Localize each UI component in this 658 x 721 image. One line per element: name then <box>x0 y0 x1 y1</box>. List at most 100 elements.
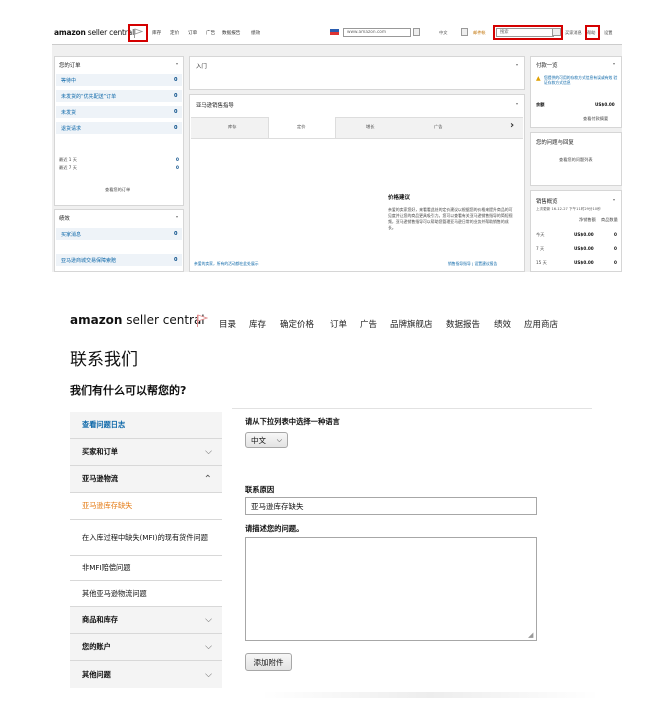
pricing-suggestion-title: 价格建议 <box>388 195 411 201</box>
top-header: amazon seller central 库存 定价 订单 广告 数据报告 绩… <box>52 22 622 45</box>
chevron-down-icon[interactable]: ⌵ <box>205 447 212 457</box>
sidebar-item-label: 其他亚马逊物流问题 <box>82 588 147 598</box>
amazon-logo: amazon seller central <box>70 313 205 327</box>
payments-warning[interactable]: 您提供的可用的存款方式信息有误或有效 验证存款方式信息 <box>544 75 620 85</box>
contact-reason-label: 联系原因 <box>245 485 275 494</box>
chevron-up-icon[interactable]: ⌃ <box>204 474 212 485</box>
search-input[interactable]: 搜索 <box>496 28 554 37</box>
sales-period: 7 天 <box>536 246 545 251</box>
perf-row-count: 0 <box>174 257 178 263</box>
contact-reason-field[interactable]: 亚马逊库存缺失 <box>245 497 537 515</box>
chevron-down-icon: ⌵ <box>276 435 282 444</box>
nav-ads[interactable]: 广告 <box>206 30 215 36</box>
sidebar-other-fba[interactable]: 其他亚马逊物流问题 <box>70 580 222 606</box>
sales-period: 今天 <box>536 232 545 237</box>
nav-orders[interactable]: 订单 <box>188 30 197 36</box>
nav-performance[interactable]: 绩效 <box>494 318 511 330</box>
settings-link[interactable]: 设置 <box>604 30 612 36</box>
marketplace-dropdown-icon[interactable] <box>413 28 420 36</box>
nav-orders[interactable]: 订单 <box>330 318 347 330</box>
sales-value: US$0.00 <box>574 246 594 251</box>
sales-menu-icon[interactable]: ▾ <box>613 197 615 202</box>
nav-pricing[interactable]: 确定价格 <box>280 318 314 330</box>
sales-col-header: 净销售额 <box>579 217 596 222</box>
performance-panel-title: 绩效 <box>59 216 70 222</box>
selling-coach-title: 亚马逊销售指导 <box>196 103 234 109</box>
chevron-down-icon[interactable]: ⌵ <box>205 642 212 652</box>
nav-advertising[interactable]: 广告 <box>360 318 377 330</box>
sales-period: 15 天 <box>536 260 547 265</box>
sidebar-inventory-lost[interactable]: 亚马逊库存缺失 <box>70 492 222 519</box>
nav-reports[interactable]: 数据报告 <box>446 318 480 330</box>
language-dropdown-icon[interactable] <box>461 28 468 36</box>
sidebar-item-label[interactable]: 查看问题日志 <box>82 420 125 430</box>
nav-appstore[interactable]: 应用商店 <box>524 318 558 330</box>
order-row-label[interactable]: 等待中 <box>61 77 76 84</box>
nav-inventory[interactable]: 库存 <box>152 30 161 36</box>
perf-row-label[interactable]: 亚马逊商城交易保障索赔 <box>61 257 116 264</box>
view-orders-link[interactable]: 查看您的订单 <box>105 187 130 193</box>
help-link[interactable]: 帮助 <box>587 30 595 36</box>
nav-performance[interactable]: 绩效 <box>251 30 260 36</box>
perf-row-label[interactable]: 买家消息 <box>61 231 81 238</box>
language-prompt: 请从下拉列表中选择一种语言 <box>245 417 340 426</box>
sidebar-fba[interactable]: 亚马逊物流 ⌃ <box>70 465 222 492</box>
language-select[interactable]: 中文 <box>439 30 447 36</box>
amazon-logo: amazon seller central <box>54 28 134 37</box>
coach-footer-right[interactable]: 销售指导指导 | 设置建议报告 <box>448 261 497 267</box>
page-subtitle: 我们有什么可以帮您的? <box>70 384 187 397</box>
bottom-shadow <box>260 692 600 698</box>
seller-central-dashboard-screenshot: amazon seller central 库存 定价 订单 广告 数据报告 绩… <box>52 22 622 272</box>
language-dropdown[interactable]: 中文 ⌵ <box>245 432 288 448</box>
sidebar-buyers-orders[interactable]: 买家和订单 ⌵ <box>70 438 222 465</box>
resize-handle-icon[interactable]: ◢ <box>528 631 533 639</box>
search-icon[interactable] <box>552 28 561 36</box>
performance-panel-menu-icon[interactable]: ▾ <box>176 214 178 219</box>
sidebar-item-label: 商品和库存 <box>82 615 118 624</box>
nav-inventory[interactable]: 库存 <box>249 318 266 330</box>
sidebar-other-issues[interactable]: 其他问题 ⌵ <box>70 660 222 688</box>
add-attachment-button[interactable]: 添加附件 <box>245 653 292 671</box>
order-row-count: 0 <box>174 125 178 131</box>
sidebar-products-inventory[interactable]: 商品和库存 ⌵ <box>70 606 222 633</box>
order-row-count: 0 <box>174 77 178 83</box>
chevron-down-icon[interactable]: ⌵ <box>205 670 212 680</box>
tab-inventory[interactable]: 库存 <box>228 124 236 130</box>
recent-label: 最近 1 天 <box>59 157 77 162</box>
flag-icon[interactable] <box>196 314 208 328</box>
getting-started-menu-icon[interactable]: ▾ <box>516 62 518 67</box>
mail-link[interactable]: 邮件帐 <box>473 30 486 36</box>
tab-growth[interactable]: 增长 <box>366 124 374 130</box>
nav-catalog[interactable]: 目录 <box>219 318 236 330</box>
orders-panel-menu-icon[interactable]: ▾ <box>176 61 178 66</box>
marketplace-field[interactable]: www.amazon.com <box>343 28 411 37</box>
flag-icon[interactable] <box>133 28 143 38</box>
payments-menu-icon[interactable]: ▾ <box>613 61 615 66</box>
units-col-header: 商品数量 <box>601 217 618 222</box>
nav-pricing[interactable]: 定价 <box>170 30 179 36</box>
sidebar-mfi-shipment[interactable]: 在入库过程中缺失(MFI)的现有货件问题 <box>70 519 222 555</box>
sidebar-view-case-log[interactable]: 查看问题日志 <box>70 412 222 438</box>
orders-panel: 您的订单 ▾ 等待中 0 未发货的“优先配送”订单 0 未发货 0 退货请求 0… <box>54 56 184 206</box>
performance-panel: 绩效 ▾ 买家消息 0 亚马逊商城交易保障索赔 0 <box>54 209 184 272</box>
sidebar-non-mfi[interactable]: 非MFI赔偿问题 <box>70 555 222 580</box>
tab-ads[interactable]: 广告 <box>434 124 442 130</box>
coach-footer-left[interactable]: 亲爱的卖家，所有的活动都在此处展示 <box>194 261 259 267</box>
payment-summary-link[interactable]: 查看付款摘要 <box>583 116 608 122</box>
chevron-down-icon[interactable]: ⌵ <box>205 615 212 625</box>
balance-value: US$0.00 <box>595 102 615 107</box>
sidebar-your-account[interactable]: 您的账户 ⌵ <box>70 633 222 660</box>
order-row-label[interactable]: 未发货的“优先配送”订单 <box>61 93 116 100</box>
order-row-label[interactable]: 退货请求 <box>61 125 81 132</box>
order-row-label[interactable]: 未发货 <box>61 109 76 116</box>
balance-label: 余额 <box>536 102 545 107</box>
selling-coach-menu-icon[interactable]: ▾ <box>516 101 518 106</box>
tab-next-icon[interactable]: › <box>510 120 514 131</box>
description-textarea[interactable] <box>245 537 537 641</box>
sales-updated: 上次更新 16-12-27 下午11时29分10秒 <box>536 207 601 211</box>
nav-brand-store[interactable]: 品牌旗舰店 <box>390 318 433 330</box>
buyer-messages-link[interactable]: 买家消息 <box>565 30 582 36</box>
issues-list-link[interactable]: 查看您的问题列表 <box>559 157 593 163</box>
nav-reports[interactable]: 数据报告 <box>222 30 240 36</box>
tab-pricing[interactable]: 定价 <box>297 124 305 130</box>
